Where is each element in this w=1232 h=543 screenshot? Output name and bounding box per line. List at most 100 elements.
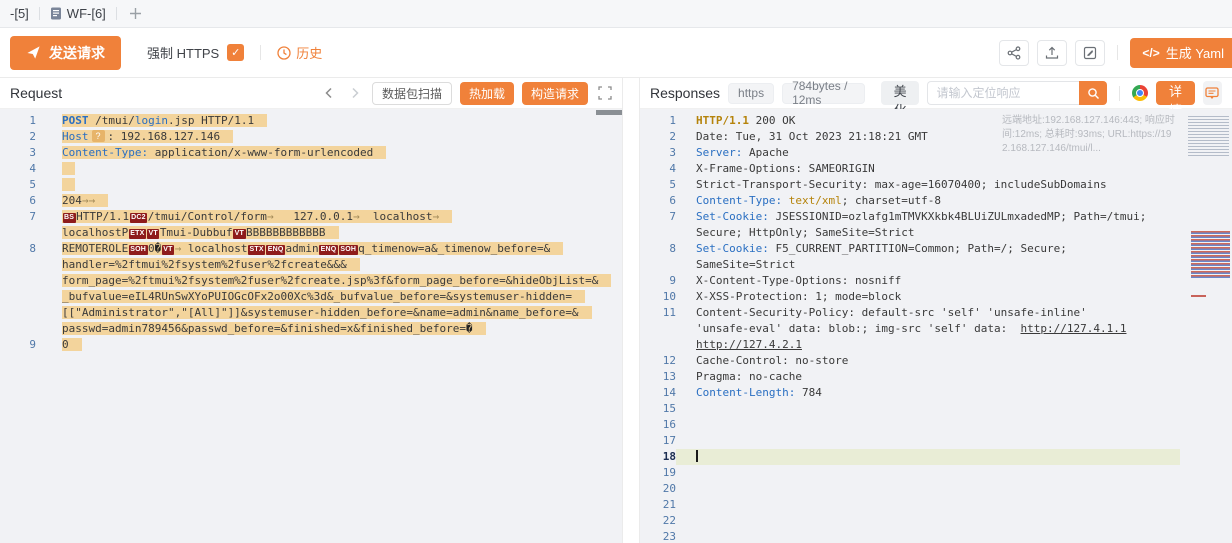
code-line[interactable]: handler=%2ftmui%2fsystem%2fuser%2fcreate…	[0, 257, 622, 273]
code-text[interactable]: Cache-Control: no-store	[676, 353, 1232, 369]
code-text[interactable]: Set-Cookie: JSESSIONID=ozlafg1mTMVKXkbk4…	[676, 209, 1232, 225]
code-text[interactable]: Host?: 192.168.127.146	[36, 129, 622, 145]
request-code[interactable]: 1POST /tmui/login.jsp HTTP/1.12Host?: 19…	[0, 113, 622, 353]
code-text[interactable]: BSHTTP/1.1DC2/tmui/Control/form→ 127.0.0…	[36, 209, 622, 225]
send-request-button[interactable]: 发送请求	[10, 36, 121, 70]
force-https-checkbox[interactable]: ✓	[227, 44, 244, 61]
code-line[interactable]: 8Set-Cookie: F5_CURRENT_PARTITION=Common…	[640, 241, 1232, 257]
code-text[interactable]: REMOTEROLESOH0�VT→ localhostSTXENQadminE…	[36, 241, 622, 257]
response-code[interactable]: 1HTTP/1.1 200 OK2Date: Tue, 31 Oct 2023 …	[640, 113, 1232, 543]
history-next-button[interactable]	[346, 84, 364, 102]
code-line[interactable]: form_page=%2ftmui%2fsystem%2fuser%2fcrea…	[0, 273, 622, 289]
open-in-chrome-button[interactable]	[1132, 85, 1148, 101]
code-text[interactable]: 204→→	[36, 193, 622, 209]
code-text[interactable]: X-Content-Type-Options: nosniff	[676, 273, 1232, 289]
code-line[interactable]: 2Host?: 192.168.127.146	[0, 129, 622, 145]
code-line[interactable]: 18	[640, 449, 1232, 465]
code-line[interactable]: 14Content-Length: 784	[640, 385, 1232, 401]
code-text[interactable]: http://127.4.2.1	[676, 337, 1232, 353]
code-text[interactable]: Secure; HttpOnly; SameSite=Strict	[676, 225, 1232, 241]
code-text[interactable]	[676, 401, 1232, 417]
code-text[interactable]: SameSite=Strict	[676, 257, 1232, 273]
code-line[interactable]: 16	[640, 417, 1232, 433]
code-text[interactable]: Content-Type: application/x-www-form-url…	[36, 145, 622, 161]
generate-yaml-button[interactable]: </> 生成 Yaml	[1130, 38, 1232, 68]
new-tab-button[interactable]	[117, 7, 154, 20]
code-line[interactable]: 22	[640, 513, 1232, 529]
code-line[interactable]: passwd=admin789456&passwd_before=&finish…	[0, 321, 622, 337]
code-text[interactable]: Content-Type: text/xml; charset=utf-8	[676, 193, 1232, 209]
code-line[interactable]: 13Pragma: no-cache	[640, 369, 1232, 385]
code-line[interactable]: 12Cache-Control: no-store	[640, 353, 1232, 369]
code-line[interactable]: 5	[0, 177, 622, 193]
code-line[interactable]: 4	[0, 161, 622, 177]
share-button[interactable]	[999, 40, 1029, 66]
history-prev-button[interactable]	[320, 84, 338, 102]
scrollbar-thumb[interactable]	[596, 110, 622, 115]
code-line[interactable]: 1POST /tmui/login.jsp HTTP/1.1	[0, 113, 622, 129]
code-line[interactable]: 7BSHTTP/1.1DC2/tmui/Control/form→ 127.0.…	[0, 209, 622, 225]
code-text[interactable]: [["Administrator","[All]"]]&systemuser-h…	[36, 305, 622, 321]
code-text[interactable]	[676, 449, 1180, 465]
edit-button[interactable]	[1075, 40, 1105, 66]
code-line[interactable]: 17	[640, 433, 1232, 449]
code-line[interactable]: 15	[640, 401, 1232, 417]
code-line[interactable]: 5Strict-Transport-Security: max-age=1607…	[640, 177, 1232, 193]
code-line[interactable]: 4X-Frame-Options: SAMEORIGIN	[640, 161, 1232, 177]
code-line[interactable]: 6Content-Type: text/xml; charset=utf-8	[640, 193, 1232, 209]
code-line[interactable]: 'unsafe-eval' data: blob:; img-src 'self…	[640, 321, 1232, 337]
hot-reload-button[interactable]: 热加载	[460, 82, 514, 105]
code-line[interactable]: http://127.4.2.1	[640, 337, 1232, 353]
code-text[interactable]: localhostPETXVTTmui-DubbufVTBBBBBBBBBBBB	[36, 225, 622, 241]
code-text[interactable]: Pragma: no-cache	[676, 369, 1232, 385]
code-line[interactable]: 8REMOTEROLESOH0�VT→ localhostSTXENQadmin…	[0, 241, 622, 257]
code-line[interactable]: 11Content-Security-Policy: default-src '…	[640, 305, 1232, 321]
comment-button[interactable]	[1203, 81, 1222, 105]
code-text[interactable]: 'unsafe-eval' data: blob:; img-src 'self…	[676, 321, 1232, 337]
fullscreen-button[interactable]	[598, 86, 612, 100]
code-text[interactable]: POST /tmui/login.jsp HTTP/1.1	[36, 113, 622, 129]
history-button[interactable]: 历史	[277, 43, 322, 62]
tab-5[interactable]: -[5]	[0, 0, 39, 27]
code-text[interactable]	[676, 433, 1232, 449]
response-editor[interactable]: 1HTTP/1.1 200 OK2Date: Tue, 31 Oct 2023 …	[640, 109, 1232, 543]
packet-scan-button[interactable]: 数据包扫描	[372, 82, 452, 105]
code-line[interactable]: 90	[0, 337, 622, 353]
code-text[interactable]: Content-Security-Policy: default-src 'se…	[676, 305, 1232, 321]
build-request-button[interactable]: 构造请求	[522, 82, 588, 105]
code-line[interactable]: 23	[640, 529, 1232, 543]
minimap[interactable]	[1184, 109, 1232, 543]
code-text[interactable]: _bufvalue=eIL4RUnSwXYoPUIOGcOFx2o00Xc%3d…	[36, 289, 622, 305]
code-line[interactable]: Secure; HttpOnly; SameSite=Strict	[640, 225, 1232, 241]
code-text[interactable]	[676, 513, 1232, 529]
code-text[interactable]: Content-Length: 784	[676, 385, 1232, 401]
tab-wf-6[interactable]: WF-[6]	[40, 0, 116, 27]
code-line[interactable]: 20	[640, 481, 1232, 497]
code-text[interactable]: Set-Cookie: F5_CURRENT_PARTITION=Common;…	[676, 241, 1232, 257]
code-text[interactable]	[36, 161, 622, 177]
detail-button[interactable]: 详情	[1156, 81, 1195, 105]
code-text[interactable]: X-XSS-Protection: 1; mode=block	[676, 289, 1232, 305]
code-line[interactable]: 10X-XSS-Protection: 1; mode=block	[640, 289, 1232, 305]
code-text[interactable]	[676, 529, 1232, 543]
code-text[interactable]	[676, 465, 1232, 481]
code-text[interactable]	[36, 177, 622, 193]
code-text[interactable]	[676, 417, 1232, 433]
code-text[interactable]: form_page=%2ftmui%2fsystem%2fuser%2fcrea…	[36, 273, 622, 289]
code-text[interactable]: passwd=admin789456&passwd_before=&finish…	[36, 321, 622, 337]
code-line[interactable]: 21	[640, 497, 1232, 513]
code-line[interactable]: 19	[640, 465, 1232, 481]
code-line[interactable]: 3Content-Type: application/x-www-form-ur…	[0, 145, 622, 161]
code-text[interactable]: 0	[36, 337, 622, 353]
code-text[interactable]: X-Frame-Options: SAMEORIGIN	[676, 161, 1232, 177]
code-line[interactable]: localhostPETXVTTmui-DubbufVTBBBBBBBBBBBB	[0, 225, 622, 241]
code-text[interactable]: Strict-Transport-Security: max-age=16070…	[676, 177, 1232, 193]
code-line[interactable]: [["Administrator","[All]"]]&systemuser-h…	[0, 305, 622, 321]
code-line[interactable]: 9X-Content-Type-Options: nosniff	[640, 273, 1232, 289]
beautify-button[interactable]: 美化	[881, 81, 920, 105]
code-line[interactable]: 6204→→	[0, 193, 622, 209]
search-button[interactable]	[1079, 81, 1107, 105]
panel-splitter[interactable]	[623, 78, 639, 543]
response-search-input[interactable]	[927, 81, 1079, 105]
code-text[interactable]	[676, 497, 1232, 513]
